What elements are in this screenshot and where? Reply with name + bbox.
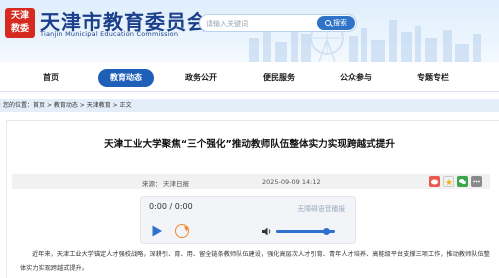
source-label: 来源： [142, 180, 162, 188]
article-title: 天津工业大学聚焦“三个强化”推动教师队伍整体实力实现跨越式提升 [104, 139, 395, 150]
search-button[interactable]: 搜索 [317, 16, 355, 30]
breadcrumb-item-tianjin-education[interactable]: 天津教育 [87, 102, 111, 109]
nav-item-government-affairs[interactable]: 政务公开 [176, 69, 226, 87]
accessibility-voice-button[interactable]: 无障碍语音播报 [297, 203, 345, 213]
volume-slider-handle[interactable] [322, 228, 330, 235]
article-meta-bar: 来源： 天津日报 2025-09-09 14:12 [12, 174, 490, 189]
volume-slider[interactable] [276, 228, 335, 235]
breadcrumb-separator: > [77, 102, 87, 109]
breadcrumb: 您的位置：首页 > 教育动态 > 天津教育 > 正文 [0, 99, 499, 112]
share-more-icon[interactable] [471, 176, 482, 187]
article-paragraph: 近年来，天津工业大学锚定人才强校战略，深耕引、育、用、留全链条教师队伍建设，强化… [20, 251, 490, 272]
audio-time: 0:00 / 0:00 [149, 202, 193, 211]
breadcrumb-separator: > [110, 102, 120, 109]
search-icon [325, 20, 331, 26]
share-qzone-icon[interactable] [443, 176, 454, 187]
article-source: 天津日报 [163, 180, 189, 188]
nav-item-public-participation[interactable]: 公众参与 [331, 69, 381, 87]
site-subtitle: Tianjin Municipal Education Commission [40, 30, 179, 38]
share-weibo-icon[interactable] [429, 176, 440, 187]
article-date: 2025-09-09 14:12 [262, 178, 321, 186]
search-box: 搜索 [199, 14, 357, 32]
breadcrumb-current: 正文 [119, 102, 132, 109]
breadcrumb-item-home[interactable]: 首页 [33, 102, 45, 109]
nav-item-public-services[interactable]: 便民服务 [254, 69, 304, 87]
logo-text: 天津 教委 [10, 11, 29, 34]
breadcrumb-item-education-news[interactable]: 教育动态 [54, 102, 78, 109]
audio-player: 0:00 / 0:00 无障碍语音播报 [140, 196, 356, 244]
share-wechat-icon[interactable] [457, 176, 468, 187]
breadcrumb-prefix: 您的位置： [3, 102, 34, 109]
nav-item-home[interactable]: 首页 [29, 69, 73, 87]
reload-icon[interactable] [175, 224, 189, 238]
site-header: 天津 教委 天津市教育委员会 Tianjin Municipal Educati… [0, 0, 499, 62]
search-input[interactable] [206, 17, 316, 30]
play-icon[interactable] [151, 225, 163, 237]
logo[interactable]: 天津 教委 [5, 8, 35, 38]
nav-item-education-news[interactable]: 教育动态 [98, 69, 154, 87]
breadcrumb-separator: > [45, 102, 54, 109]
volume-icon[interactable] [262, 227, 272, 236]
main-nav: 首页 教育动态 政务公开 便民服务 公众参与 专题专栏 [0, 62, 499, 92]
nav-item-special-topics[interactable]: 专题专栏 [408, 69, 458, 87]
search-button-label: 搜索 [333, 19, 347, 27]
